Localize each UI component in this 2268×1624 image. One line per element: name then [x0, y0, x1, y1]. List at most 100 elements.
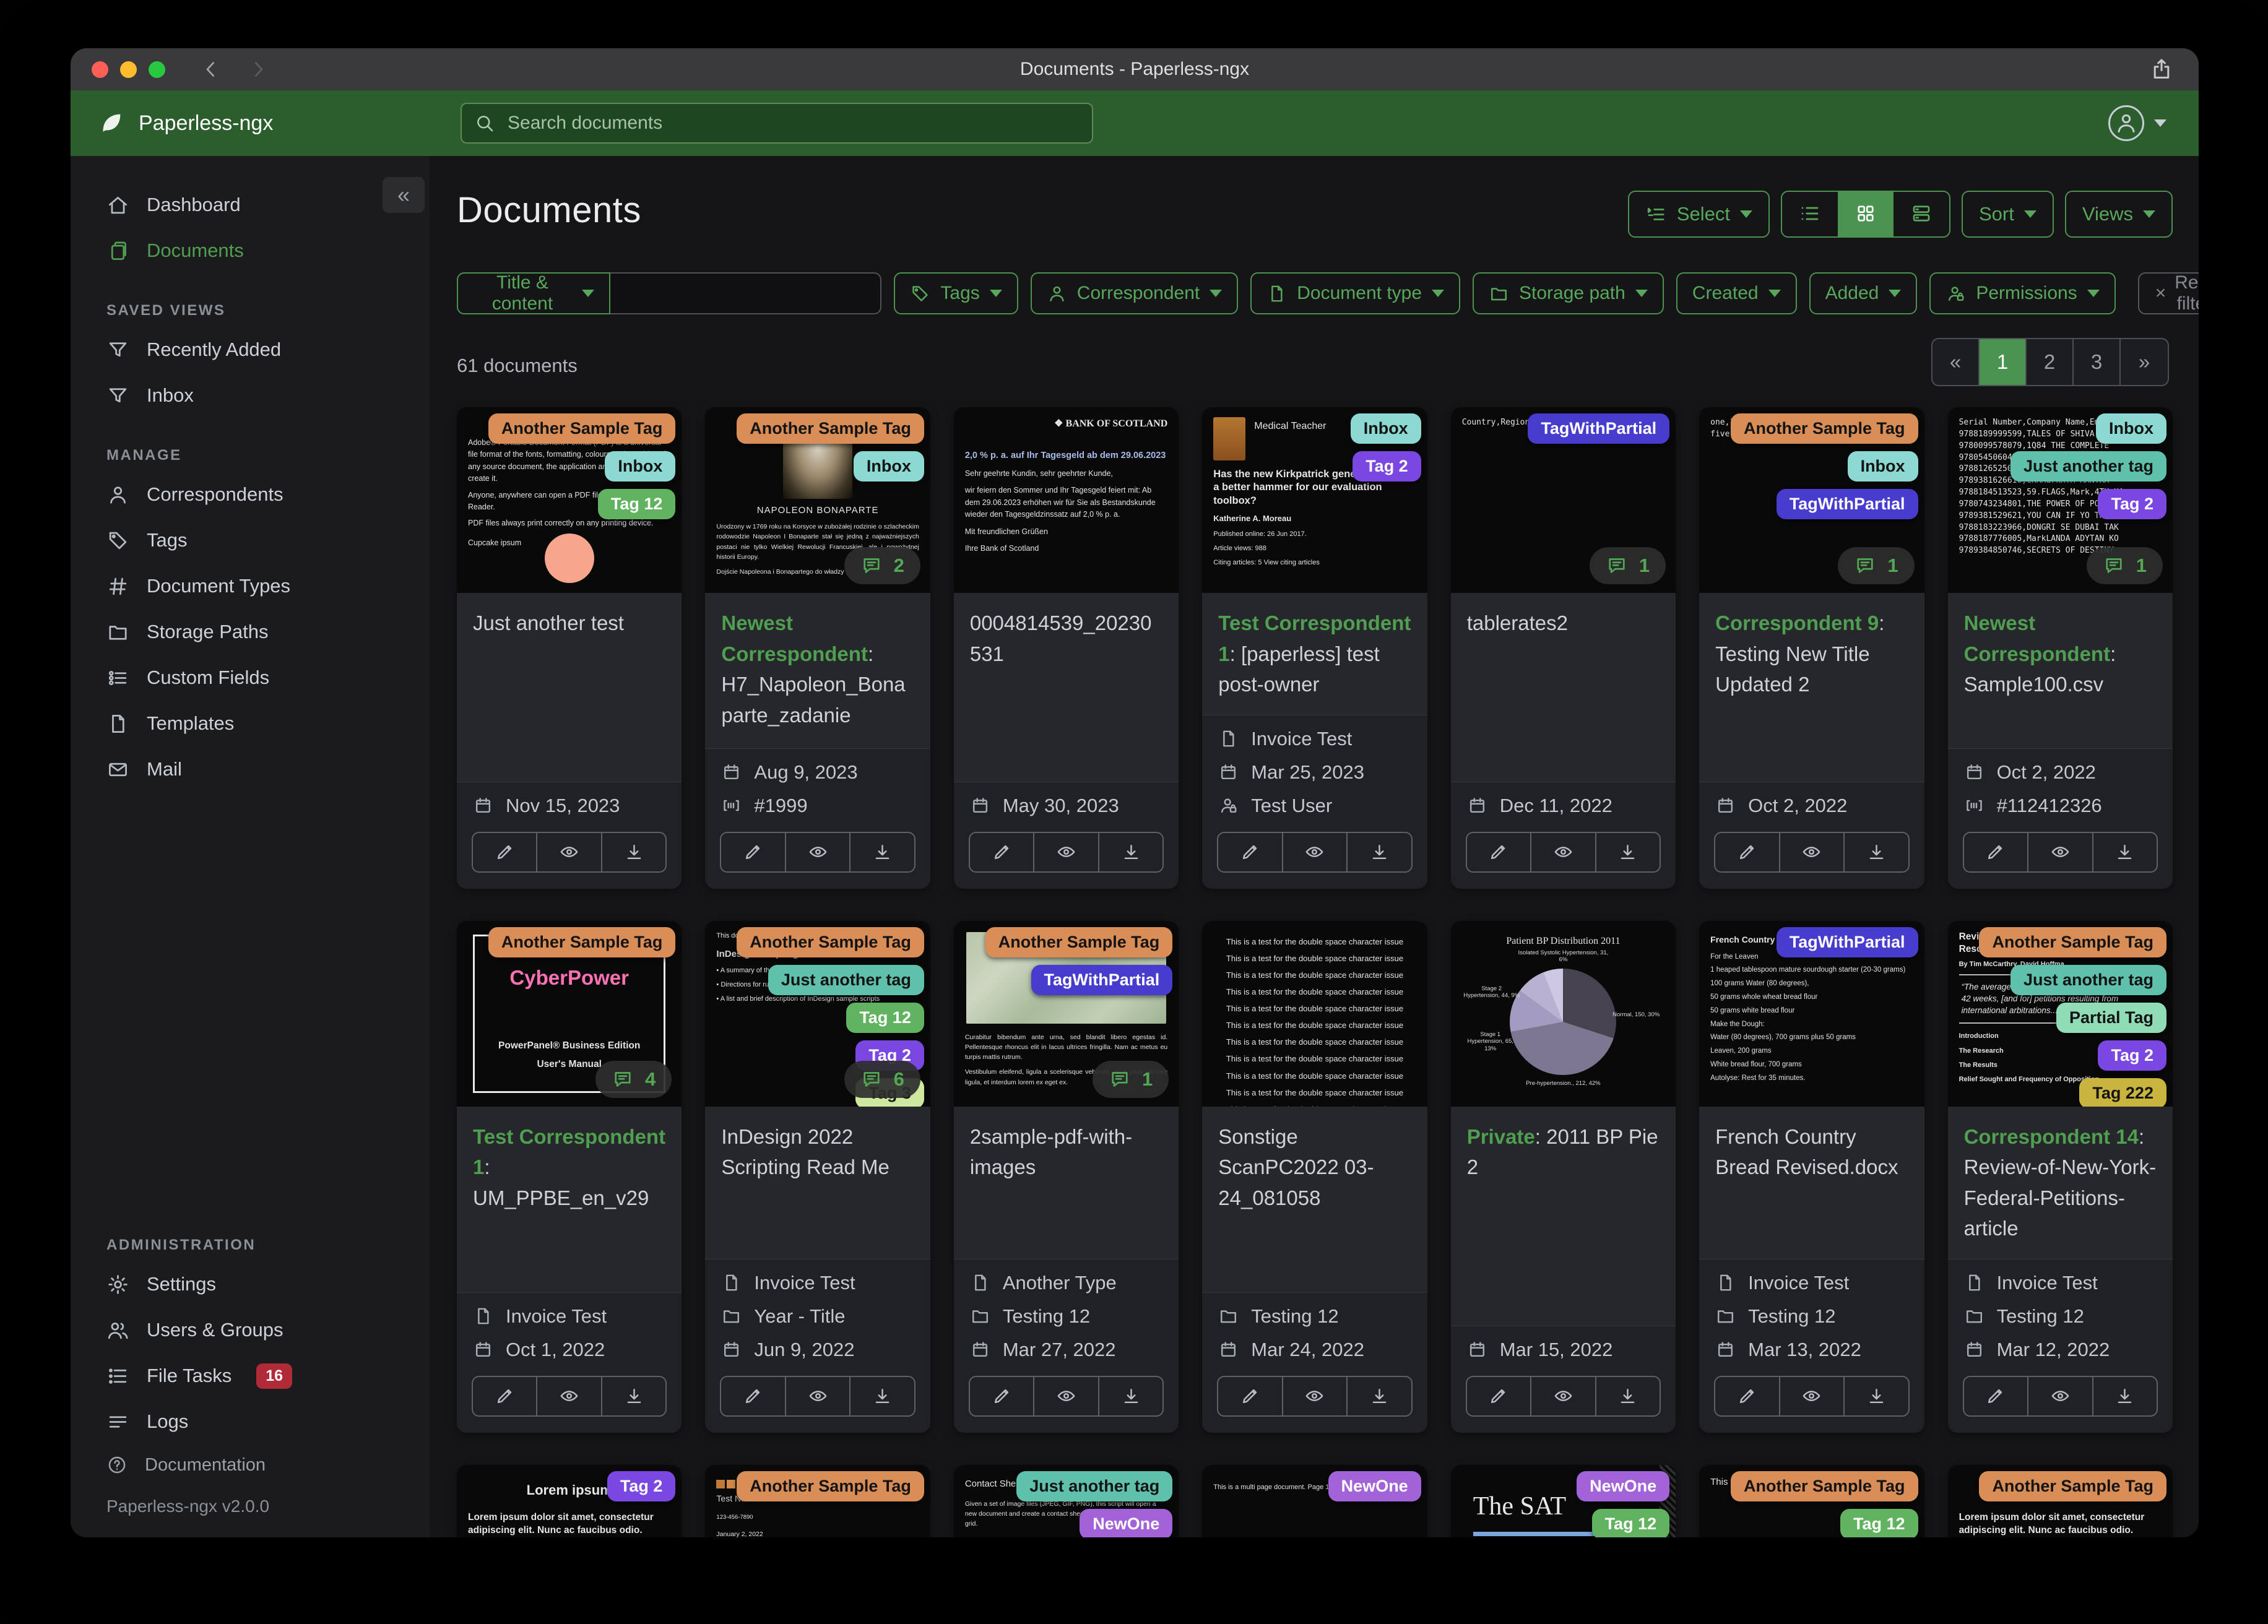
view-button[interactable] [786, 832, 851, 871]
view-button[interactable] [1283, 832, 1348, 871]
tag-pill-tagwithpartial[interactable]: TagWithPartial [1776, 926, 1918, 957]
edit-button[interactable] [1715, 1376, 1780, 1415]
sidebar-item-logs[interactable]: Logs [71, 1399, 430, 1445]
document-card[interactable]: Adobe Acrobat PDF FilesAdobe® Portable D… [457, 407, 682, 889]
tag-pill-another-sample-tag[interactable]: Another Sample Tag [488, 413, 676, 444]
sidebar-item-mail[interactable]: Mail [71, 746, 430, 792]
tag-pill-inbox[interactable]: Inbox [1350, 413, 1421, 444]
tag-pill-newone[interactable]: NewOne [1328, 1471, 1421, 1501]
sidebar-item-templates[interactable]: Templates [71, 701, 430, 746]
notes-badge[interactable]: 1 [1838, 547, 1915, 584]
tag-pill-another-sample-tag[interactable]: Another Sample Tag [1731, 1471, 1918, 1501]
view-button[interactable] [786, 1376, 851, 1415]
pagination-prev[interactable]: « [1933, 339, 1980, 385]
sidebar-item-documentation[interactable]: Documentation [71, 1445, 430, 1485]
tag-pill-another-sample-tag[interactable]: Another Sample Tag [488, 926, 676, 957]
edit-button[interactable] [1715, 832, 1780, 871]
document-title[interactable]: Test Correspondent 1: UM_PPBE_en_v29 [457, 1106, 682, 1293]
download-button[interactable] [1845, 1377, 1908, 1415]
storage-path-filter-button[interactable]: Storage path [1473, 272, 1664, 314]
tags-filter-button[interactable]: Tags [894, 272, 1018, 314]
sidebar-collapse-button[interactable]: « [383, 177, 425, 213]
document-title[interactable]: Just another test [457, 593, 682, 782]
download-button[interactable] [850, 1377, 914, 1415]
view-button[interactable] [1780, 1376, 1845, 1415]
app-brand[interactable]: Paperless-ngx [97, 109, 273, 137]
notes-badge[interactable]: 1 [1093, 1060, 1169, 1098]
reset-filters-button[interactable]: × Reset filters [2137, 272, 2199, 314]
sidebar-item-storage-paths[interactable]: Storage Paths [71, 609, 430, 655]
tag-pill-newone[interactable]: NewOne [1080, 1508, 1173, 1537]
permissions-filter-button[interactable]: Permissions [1929, 272, 2116, 314]
tag-pill-tag-12[interactable]: Tag 12 [1591, 1508, 1670, 1537]
sidebar-item-correspondents[interactable]: Correspondents [71, 472, 430, 517]
download-button[interactable] [1845, 833, 1908, 871]
edit-button[interactable] [473, 1376, 538, 1415]
edit-button[interactable] [1964, 832, 2029, 871]
edit-button[interactable] [473, 832, 538, 871]
pagination-page-1[interactable]: 1 [1980, 339, 2027, 385]
tag-pill-inbox[interactable]: Inbox [853, 451, 924, 482]
sidebar-item-file-tasks[interactable]: File Tasks 16 [71, 1353, 430, 1399]
pagination-next[interactable]: » [2121, 339, 2168, 385]
correspondent-link[interactable]: Test Correspondent 1 [473, 1125, 665, 1179]
document-title[interactable]: French Country Bread Revised.docx [1699, 1106, 1924, 1259]
correspondent-link[interactable]: Correspondent 9 [1715, 611, 1879, 634]
document-type-filter-button[interactable]: Document type [1250, 272, 1461, 314]
tag-pill-just-another-tag[interactable]: Just another tag [2010, 451, 2166, 482]
document-card[interactable]: This is a multi page document. Page 1. Ne… [1202, 1464, 1427, 1537]
detail-view-button[interactable] [1894, 192, 1949, 236]
document-card[interactable]: The SATPractice Test #1Make time to take… [1450, 1464, 1676, 1537]
document-card[interactable]: Lorem ipsumLorem ipsum dolor sit amet, c… [1947, 1464, 2173, 1537]
document-title[interactable]: Correspondent 9: Testing New Title Updat… [1699, 593, 1924, 782]
list-view-button[interactable] [1782, 192, 1838, 236]
sidebar-item-documents[interactable]: Documents [71, 228, 430, 274]
notes-badge[interactable]: 4 [595, 1060, 672, 1098]
document-card[interactable]: This is a testAnother Sample TagTag 12 [1699, 1464, 1924, 1537]
document-title[interactable]: Private: 2011 BP Pie 2 [1450, 1106, 1676, 1326]
grid-view-button[interactable] [1838, 192, 1894, 236]
download-button[interactable] [1099, 833, 1162, 871]
download-button[interactable] [1348, 1377, 1411, 1415]
tag-pill-inbox[interactable]: Inbox [1847, 451, 1918, 482]
user-menu-button[interactable] [2108, 105, 2166, 141]
notes-badge[interactable]: 6 [844, 1060, 920, 1098]
sidebar-item-users-groups[interactable]: Users & Groups [71, 1307, 430, 1353]
tag-pill-partial-tag[interactable]: Partial Tag [2056, 1002, 2166, 1033]
pagination-page-3[interactable]: 3 [2074, 339, 2121, 385]
document-card[interactable]: NAPOLEON BONAPARTE Urodzony w 1769 roku n… [705, 407, 930, 889]
minimize-button[interactable] [120, 61, 137, 78]
view-button[interactable] [1780, 832, 1845, 871]
select-button[interactable]: Select [1627, 191, 1770, 238]
edit-button[interactable] [721, 1376, 786, 1415]
tag-pill-just-another-tag[interactable]: Just another tag [768, 964, 924, 995]
document-card[interactable]: Patient BP Distribution 2011 Isolated Sys… [1450, 920, 1676, 1433]
document-title[interactable]: Correspondent 14: Review-of-New-York-Fed… [1947, 1106, 2173, 1259]
tag-pill-another-sample-tag[interactable]: Another Sample Tag [737, 1471, 924, 1501]
document-card[interactable]: Test Name123-456-7890January 2, 2022July… [705, 1464, 930, 1537]
sidebar-item-inbox[interactable]: Inbox [71, 373, 430, 418]
tag-pill-another-sample-tag[interactable]: Another Sample Tag [985, 926, 1173, 957]
document-card[interactable]: This is a test for the double space char… [1202, 920, 1427, 1433]
sidebar-item-dashboard[interactable]: Dashboard [71, 182, 430, 228]
document-card[interactable]: Country,Region/State,"... TagWithPartial 1… [1450, 407, 1676, 889]
edit-button[interactable] [1218, 1376, 1283, 1415]
correspondent-link[interactable]: Newest Correspondent [1964, 611, 2111, 665]
notes-badge[interactable]: 1 [2086, 547, 2163, 584]
correspondent-link[interactable]: Correspondent 14 [1964, 1125, 2139, 1148]
download-button[interactable] [2093, 1377, 2157, 1415]
download-button[interactable] [602, 833, 665, 871]
view-button[interactable] [2028, 1376, 2093, 1415]
forward-icon[interactable] [247, 58, 269, 80]
back-icon[interactable] [200, 58, 222, 80]
sidebar-item-settings[interactable]: Settings [71, 1261, 430, 1307]
added-filter-button[interactable]: Added [1809, 272, 1918, 314]
created-filter-button[interactable]: Created [1676, 272, 1797, 314]
search-input[interactable] [506, 112, 1080, 134]
document-title[interactable]: Sonstige ScanPC2022 03-24_081058 [1202, 1106, 1427, 1293]
document-title[interactable]: 0004814539_20230531 [953, 593, 1179, 782]
views-button[interactable]: Views [2064, 191, 2173, 238]
tag-pill-tagwithpartial[interactable]: TagWithPartial [1528, 413, 1670, 444]
document-title[interactable]: Test Correspondent 1: [paperless] test p… [1202, 593, 1427, 715]
tag-pill-another-sample-tag[interactable]: Another Sample Tag [1979, 926, 2166, 957]
